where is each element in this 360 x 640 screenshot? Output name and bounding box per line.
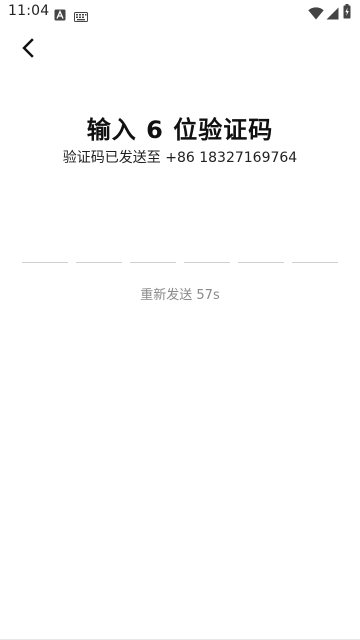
resend-countdown: 重新发送 57s (140, 288, 220, 303)
signal-icon (326, 5, 339, 24)
code-digit-2[interactable] (76, 230, 122, 263)
code-digit-1[interactable] (22, 230, 68, 263)
status-bar: 11:04 (0, 0, 360, 24)
wifi-icon (308, 5, 324, 24)
keyboard-icon (74, 7, 88, 26)
back-button[interactable] (12, 34, 44, 66)
code-digit-5[interactable] (238, 230, 284, 263)
code-digit-6[interactable] (292, 230, 338, 263)
phone-sent-subtitle: 验证码已发送至 +86 18327169764 (62, 150, 298, 166)
notification-a-icon (54, 6, 66, 25)
chevron-left-icon (21, 38, 35, 62)
verification-code-input[interactable] (22, 230, 338, 264)
code-digit-3[interactable] (130, 230, 176, 263)
page-title: 输入 6 位验证码 (86, 116, 274, 144)
code-digit-4[interactable] (184, 230, 230, 263)
battery-icon (343, 4, 351, 23)
status-time: 11:04 (8, 3, 50, 19)
